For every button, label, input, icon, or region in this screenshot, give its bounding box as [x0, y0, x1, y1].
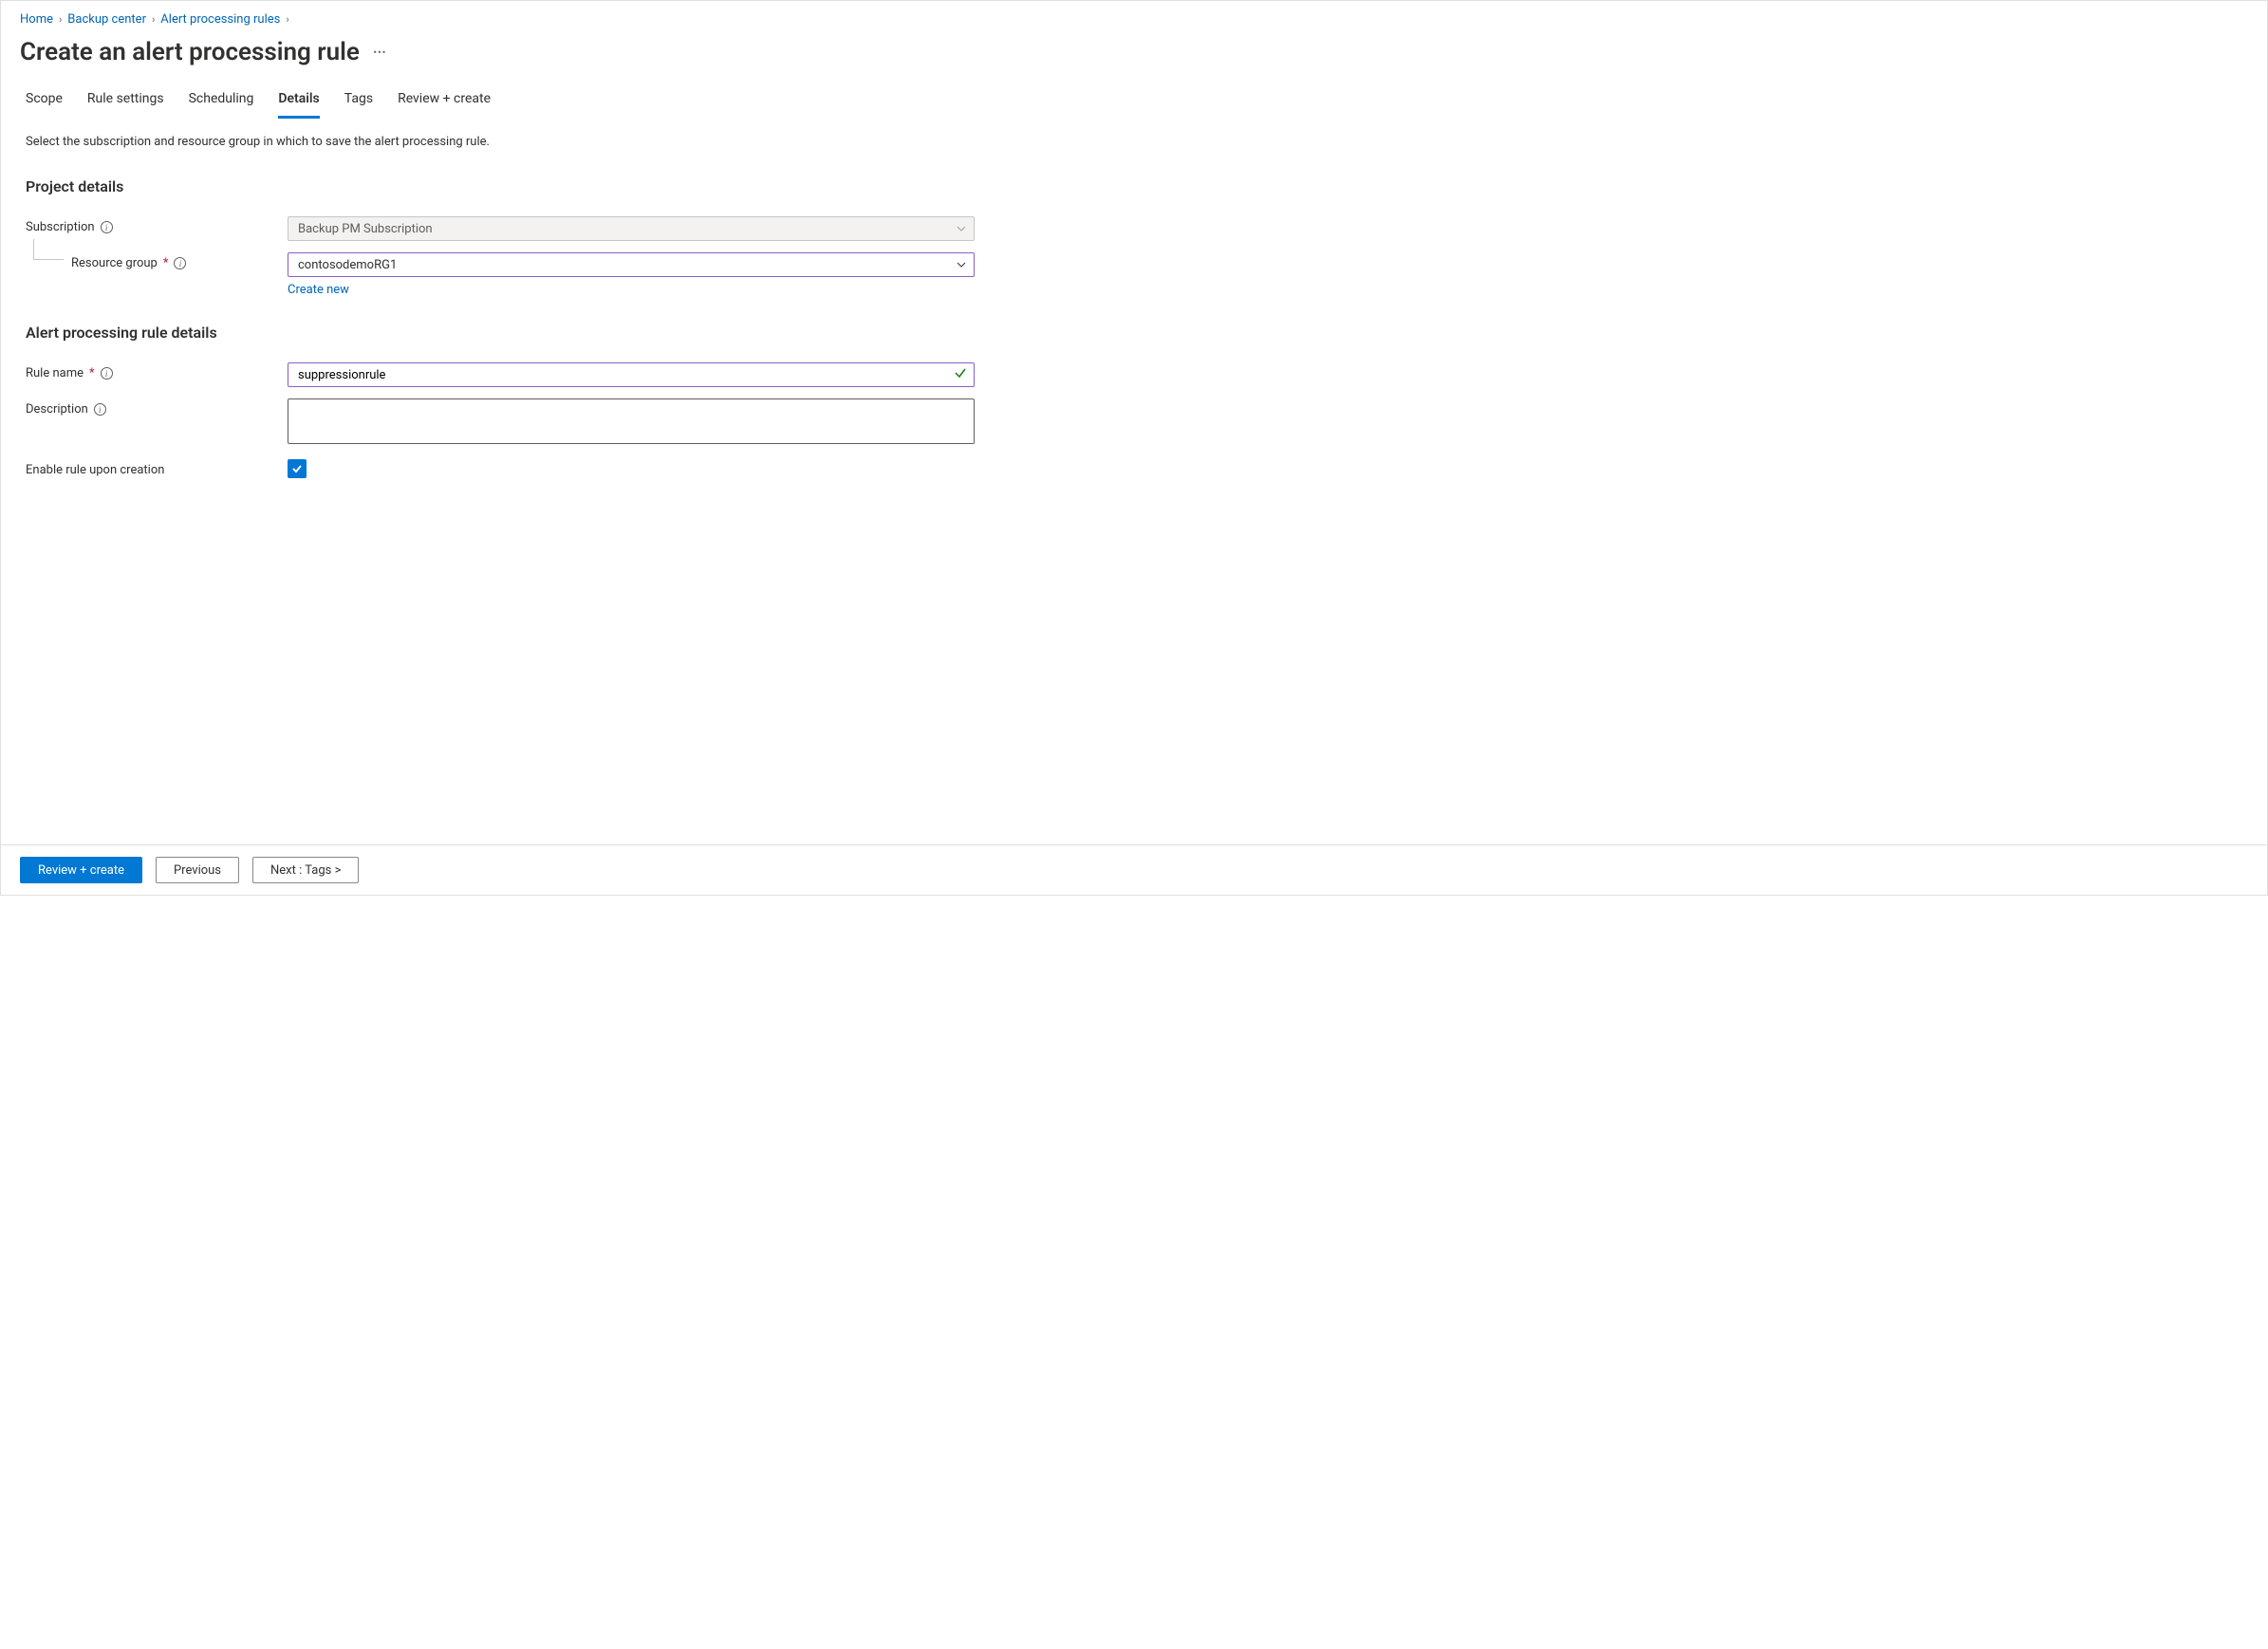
description-input[interactable] — [288, 398, 975, 444]
subscription-dropdown: Backup PM Subscription — [288, 216, 975, 241]
tab-review-create[interactable]: Review + create — [398, 83, 491, 119]
page-title: Create an alert processing rule — [20, 38, 360, 66]
create-new-link[interactable]: Create new — [288, 283, 349, 297]
enable-rule-label: Enable rule upon creation — [26, 463, 164, 477]
previous-button[interactable]: Previous — [156, 857, 239, 883]
breadcrumb-item-alert-processing-rules[interactable]: Alert processing rules — [160, 12, 280, 27]
review-create-button[interactable]: Review + create — [20, 857, 142, 883]
chevron-right-icon: › — [59, 13, 62, 26]
footer: Review + create Previous Next : Tags > — [1, 844, 2267, 895]
subscription-label: Subscription — [26, 220, 95, 234]
tabs: Scope Rule settings Scheduling Details T… — [20, 83, 2248, 120]
resource-group-label: Resource group — [71, 256, 158, 270]
next-tags-button[interactable]: Next : Tags > — [252, 857, 359, 883]
resource-group-value: contosodemoRG1 — [298, 258, 397, 272]
tab-details[interactable]: Details — [278, 83, 319, 119]
required-indicator: * — [163, 256, 169, 270]
chevron-right-icon: › — [152, 13, 155, 26]
section-title-project-details: Project details — [26, 177, 2242, 216]
rule-name-label: Rule name — [26, 366, 84, 380]
subscription-value: Backup PM Subscription — [298, 222, 433, 236]
breadcrumb: Home › Backup center › Alert processing … — [20, 9, 2248, 34]
tab-tags[interactable]: Tags — [344, 83, 373, 119]
description-label: Description — [26, 402, 88, 417]
chevron-right-icon: › — [286, 13, 288, 26]
info-icon[interactable]: i — [174, 257, 186, 269]
tree-connector-icon — [33, 239, 64, 260]
checkmark-icon — [954, 366, 967, 383]
rule-name-input[interactable] — [288, 362, 975, 387]
resource-group-dropdown[interactable]: contosodemoRG1 — [288, 252, 975, 277]
tab-scheduling[interactable]: Scheduling — [189, 83, 254, 119]
chevron-down-icon — [957, 224, 966, 233]
info-icon[interactable]: i — [101, 221, 113, 233]
required-indicator: * — [89, 366, 95, 380]
info-icon[interactable]: i — [94, 403, 106, 416]
tab-scope[interactable]: Scope — [26, 83, 63, 119]
tab-hint-text: Select the subscription and resource gro… — [26, 135, 2242, 177]
info-icon[interactable]: i — [101, 367, 113, 380]
more-actions-button[interactable]: ⋯ — [373, 45, 387, 60]
tab-rule-settings[interactable]: Rule settings — [87, 83, 164, 119]
breadcrumb-item-home[interactable]: Home — [20, 12, 53, 27]
breadcrumb-item-backup-center[interactable]: Backup center — [67, 12, 146, 27]
section-title-rule-details: Alert processing rule details — [26, 324, 2242, 362]
enable-rule-checkbox[interactable] — [288, 459, 307, 478]
chevron-down-icon — [957, 260, 966, 269]
